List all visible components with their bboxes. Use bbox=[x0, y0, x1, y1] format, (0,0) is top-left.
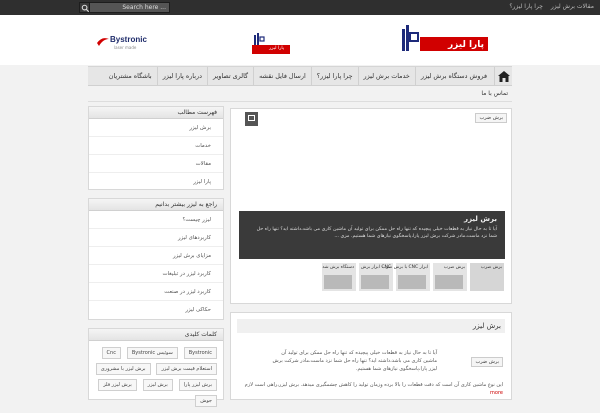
nav-item-about[interactable]: درباره پارا لیزر bbox=[156, 67, 207, 86]
thumb-label: ابزار CNC با برش ضرب bbox=[381, 265, 428, 270]
learn-item[interactable]: لیزر چیست؟ bbox=[89, 211, 223, 229]
keyword-tag[interactable]: استعلام قیمت برش لیزر bbox=[156, 363, 217, 375]
bystronic-sub: laser made bbox=[114, 45, 137, 50]
thumb-label: دستگاه برش شد bbox=[322, 265, 354, 270]
thumb-label: برش ضرب bbox=[443, 265, 465, 270]
bystronic-swoosh-icon bbox=[97, 38, 109, 46]
slider-thumb[interactable]: دستگاه برش شد bbox=[322, 263, 356, 291]
slider-caption[interactable]: برش لیزر آیا تا به حال نیاز به قطعات خیل… bbox=[239, 211, 505, 259]
top-bar: مقالات برش لیزر چرا پارا لیزر؟ bbox=[0, 0, 600, 15]
gallery-icon bbox=[245, 112, 258, 126]
post-card: برش لیزر برش ضرب آیا تا به حال نیاز به ق… bbox=[230, 312, 512, 400]
keyword-tag[interactable]: برش لیزر bbox=[142, 379, 173, 391]
site-logo[interactable]: پارا لیزر bbox=[400, 23, 490, 55]
keyword-tag[interactable]: برش لیزر فلز bbox=[98, 379, 137, 391]
post-title[interactable]: برش لیزر bbox=[237, 319, 505, 333]
toc-item[interactable]: مقالات bbox=[89, 155, 223, 173]
post-excerpt-2: این نوع ماشین کاری آن است که دقت قطعات ر… bbox=[239, 381, 503, 397]
toc-item[interactable]: برش لیزر bbox=[89, 119, 223, 137]
learn-item[interactable]: کاربرد لیزر در صنعت bbox=[89, 283, 223, 301]
widget-title: کلمات کلیدی bbox=[89, 329, 223, 341]
learn-item[interactable]: کاربردهای لیزر bbox=[89, 229, 223, 247]
slider-thumbs: دستگاه برش شد CNC ابزار برش ابزار CNC با… bbox=[319, 263, 504, 291]
home-icon bbox=[498, 71, 510, 82]
top-link-why[interactable]: چرا پارا لیزر؟ bbox=[509, 3, 543, 10]
nav-item-sales[interactable]: فروش دستگاه برش لیزر bbox=[414, 67, 492, 86]
widget-toc: فهرست مطالب برش لیزر خدمات مقالات پارا ل… bbox=[88, 106, 224, 190]
nav-item-gallery[interactable]: گالری تصاویر bbox=[206, 67, 253, 86]
nav-item-club[interactable]: باشگاه مشتریان bbox=[104, 67, 157, 86]
caption-title: برش لیزر bbox=[464, 215, 497, 223]
nav-item-why[interactable]: چرا پارا لیزر؟ bbox=[310, 67, 358, 86]
keyword-tag[interactable]: برش لیزر پارا bbox=[178, 379, 217, 391]
caption-text: آیا تا به حال نیاز به قطعات خیلی پیچیده … bbox=[256, 227, 497, 239]
learn-item[interactable]: حکاکی لیزر bbox=[89, 301, 223, 319]
learn-item[interactable]: کاربرد لیزر در تبلیغات bbox=[89, 265, 223, 283]
bystronic-logo: Bystronic laser made bbox=[96, 35, 170, 57]
nav-item-contact[interactable]: تماس با ما bbox=[481, 90, 508, 97]
main-nav: فروش دستگاه برش لیزر خدمات برش لیزر چرا … bbox=[88, 66, 512, 86]
widget-keywords: کلمات کلیدی Bystronic سوئیس Bystronic Cn… bbox=[88, 328, 224, 407]
keyword-tag[interactable]: Bystronic bbox=[183, 347, 217, 359]
top-links: مقالات برش لیزر چرا پارا لیزر؟ bbox=[503, 3, 594, 10]
widget-learn-more: راجع به لیزر بیشتر بدانیم لیزر چیست؟ کار… bbox=[88, 198, 224, 320]
small-logo: پارا لیزر bbox=[250, 33, 292, 55]
toc-item[interactable]: پارا لیزر bbox=[89, 173, 223, 191]
learn-item[interactable]: مزایای برش لیزر bbox=[89, 247, 223, 265]
thumb-label: برش ضرب bbox=[480, 265, 502, 270]
post-excerpt-text: این نوع ماشین کاری آن است که دقت قطعات ر… bbox=[244, 382, 503, 388]
header: پارا لیزر پارا لیزر Bystronic laser made bbox=[0, 15, 600, 65]
slider-thumb[interactable]: ابزار CNC با برش ضرب bbox=[382, 263, 430, 291]
tag-cloud: Bystronic سوئیس Bystronic Cnc استعلام قی… bbox=[89, 341, 223, 413]
top-link-articles[interactable]: مقالات برش لیزر bbox=[551, 3, 594, 10]
search-box bbox=[79, 2, 170, 13]
home-button[interactable] bbox=[494, 67, 512, 86]
toc-item[interactable]: خدمات bbox=[89, 137, 223, 155]
keyword-tag[interactable]: سوئیس Bystronic bbox=[126, 347, 178, 359]
search-icon bbox=[81, 4, 90, 13]
widget-title: فهرست مطالب bbox=[89, 107, 223, 119]
keyword-tag[interactable]: جوش bbox=[195, 395, 217, 407]
widget-title: راجع به لیزر بیشتر بدانیم bbox=[89, 199, 223, 211]
nav-item-services[interactable]: خدمات برش لیزر bbox=[357, 67, 415, 86]
keyword-tag[interactable]: برش لیزر با مشروری bbox=[95, 363, 151, 375]
post-tag[interactable]: برش ضرب bbox=[471, 357, 503, 367]
small-logo-text: پارا لیزر bbox=[269, 46, 284, 51]
search-button[interactable] bbox=[79, 2, 90, 13]
sub-nav: تماس با ما bbox=[88, 86, 512, 102]
slider-thumb-active[interactable]: برش ضرب bbox=[470, 263, 504, 291]
nav-item-upload[interactable]: ارسال فایل نقشه bbox=[253, 67, 311, 86]
featured-slider: برش ضرب برش لیزر آیا تا به حال نیاز به ق… bbox=[230, 108, 512, 304]
bystronic-name: Bystronic bbox=[110, 35, 147, 44]
slider-thumb[interactable]: برش ضرب bbox=[433, 263, 467, 291]
slider-tag[interactable]: برش ضرب bbox=[475, 113, 507, 123]
search-input[interactable] bbox=[90, 3, 168, 12]
site-logo-text: پارا لیزر bbox=[448, 40, 484, 50]
keyword-tag[interactable]: Cnc bbox=[101, 347, 121, 359]
post-excerpt: آیا تا به حال نیاز به قطعات خیلی پیچیده … bbox=[272, 350, 437, 372]
read-more-link[interactable]: more bbox=[490, 390, 503, 396]
